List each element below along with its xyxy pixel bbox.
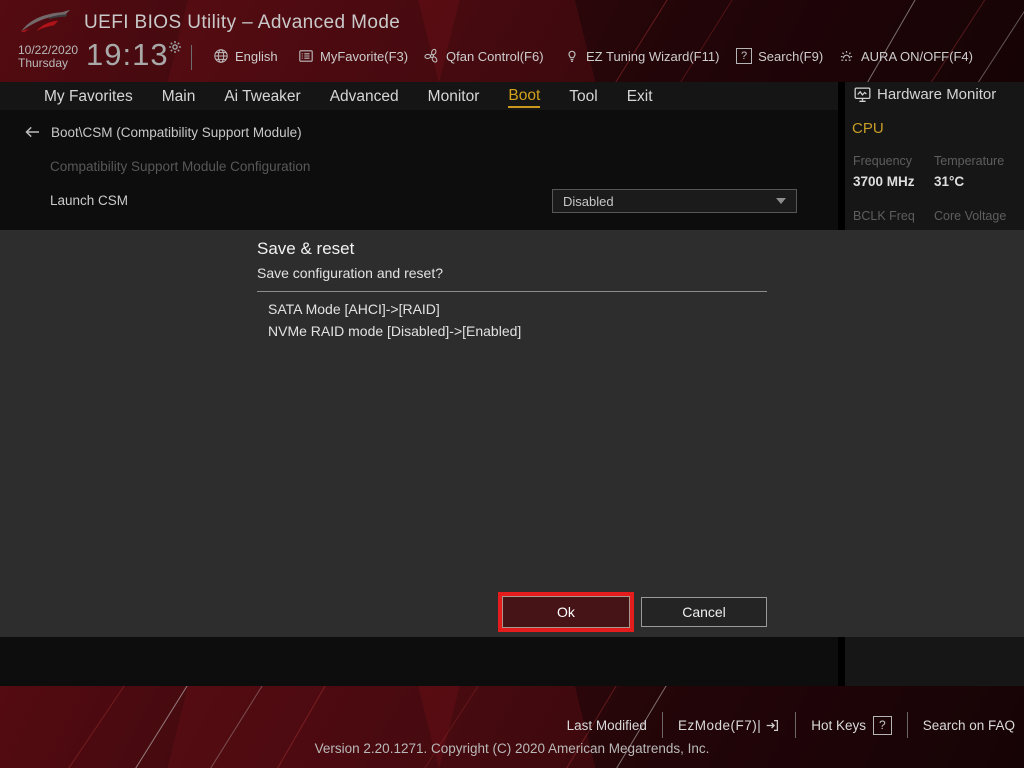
footer-links: Last Modified EzMode(F7)| Hot Keys ? Sea… <box>552 712 1015 738</box>
dialog-divider <box>257 291 767 292</box>
aura-toggle-button[interactable]: AURA ON/OFF(F4) <box>838 44 973 68</box>
clock: 19:13 <box>86 37 169 72</box>
frequency-label: Frequency <box>853 154 913 168</box>
myfavorite-button[interactable]: MyFavorite(F3) <box>298 44 408 68</box>
temperature-value: 31°C <box>934 174 965 189</box>
decor-line <box>674 0 737 82</box>
monitor-icon <box>854 87 871 102</box>
favorites-list-icon <box>299 50 313 62</box>
hardware-monitor-header: Hardware Monitor <box>853 86 996 103</box>
frequency-value: 3700 MHz <box>853 174 915 189</box>
dialog-buttons: Ok Cancel <box>257 596 767 628</box>
search-on-faq-button[interactable]: Search on FAQ <box>908 718 1015 733</box>
ezmode-exit-icon <box>766 719 779 731</box>
version-text: Version 2.20.1271. Copyright (C) 2020 Am… <box>314 741 710 756</box>
chevron-down-icon <box>776 198 786 204</box>
hardware-monitor-title: Hardware Monitor <box>877 86 997 103</box>
myfavorite-label: MyFavorite(F3) <box>320 48 409 64</box>
fan-icon <box>424 48 438 63</box>
footer-divider <box>795 712 797 738</box>
dialog-title: Save & reset <box>257 239 355 258</box>
header-separator <box>191 45 192 70</box>
gear-icon[interactable] <box>168 40 182 54</box>
breadcrumb-label: Boot\CSM (Compatibility Support Module) <box>51 124 302 140</box>
qfan-control-button[interactable]: Qfan Control(F6) <box>424 44 544 68</box>
question-box-icon: ? <box>873 715 892 735</box>
language-button[interactable]: English <box>213 44 278 68</box>
search-button[interactable]: ? Search(F9) <box>736 44 823 68</box>
ez-tuning-label: EZ Tuning Wizard(F11) <box>586 48 720 64</box>
header: UEFI BIOS Utility – Advanced Mode 10/22/… <box>0 0 1024 82</box>
aura-led-icon <box>840 51 853 61</box>
cancel-button[interactable]: Cancel <box>641 597 767 627</box>
launch-csm-label: Launch CSM <box>50 193 129 208</box>
globe-icon <box>214 49 228 63</box>
qfan-label: Qfan Control(F6) <box>446 48 544 64</box>
dialog-subtitle: Save configuration and reset? <box>257 265 444 281</box>
ezmode-label: EzMode(F7)| <box>677 717 762 733</box>
app-title: UEFI BIOS Utility – Advanced Mode <box>84 12 401 33</box>
search-label: Search(F9) <box>758 48 824 64</box>
change-item: SATA Mode [AHCI]->[RAID] <box>268 301 440 317</box>
language-label: English <box>235 48 278 64</box>
hot-keys-button[interactable]: Hot Keys ? <box>796 715 906 735</box>
menu-tabbar: My Favorites Main Ai Tweaker Advanced Mo… <box>0 82 838 110</box>
ok-button[interactable]: Ok <box>502 596 630 628</box>
tab-monitor[interactable]: Monitor <box>428 86 480 107</box>
hot-keys-label: Hot Keys <box>811 717 866 733</box>
core-voltage-label: Core Voltage <box>934 209 1007 223</box>
temperature-label: Temperature <box>934 154 1005 168</box>
search-on-faq-label: Search on FAQ <box>922 717 1015 733</box>
ezmode-button[interactable]: EzMode(F7)| <box>663 718 795 733</box>
lightbulb-icon <box>568 50 576 62</box>
tab-my-favorites[interactable]: My Favorites <box>44 86 133 107</box>
last-modified-button[interactable]: Last Modified <box>552 718 662 733</box>
launch-csm-value: Disabled <box>563 193 614 209</box>
footer-divider <box>661 712 663 738</box>
bclk-freq-label: BCLK Freq <box>853 209 915 223</box>
csm-section-header: Compatibility Support Module Configurati… <box>50 159 311 174</box>
launch-csm-dropdown[interactable]: Disabled <box>552 189 797 213</box>
tab-exit[interactable]: Exit <box>627 86 653 107</box>
last-modified-label: Last Modified <box>566 717 647 733</box>
footer-divider <box>906 712 908 738</box>
rog-logo <box>21 9 71 33</box>
back-arrow-icon[interactable] <box>24 124 41 140</box>
datetime-date: 10/22/2020 Thursday <box>18 44 78 70</box>
ez-tuning-wizard-button[interactable]: EZ Tuning Wizard(F11) <box>564 44 719 68</box>
day-value: Thursday <box>18 56 69 70</box>
bios-screen: UEFI BIOS Utility – Advanced Mode 10/22/… <box>0 0 1024 768</box>
change-item: NVMe RAID mode [Disabled]->[Enabled] <box>268 323 522 339</box>
decor-line <box>858 0 923 82</box>
question-box-icon: ? <box>736 48 753 64</box>
footer: Last Modified EzMode(F7)| Hot Keys ? Sea… <box>0 686 1024 768</box>
tab-boot[interactable]: Boot <box>508 85 541 108</box>
cpu-section-label: CPU <box>852 120 884 137</box>
tab-advanced[interactable]: Advanced <box>330 86 399 107</box>
decor-line <box>919 0 992 82</box>
decor-line <box>609 0 672 82</box>
save-reset-dialog: Save & reset Save configuration and rese… <box>0 230 1024 637</box>
tab-ai-tweaker[interactable]: Ai Tweaker <box>224 86 300 107</box>
aura-label: AURA ON/OFF(F4) <box>861 48 973 64</box>
tab-tool[interactable]: Tool <box>569 86 597 107</box>
breadcrumb: Boot\CSM (Compatibility Support Module) <box>24 124 302 140</box>
tab-main[interactable]: Main <box>162 86 196 107</box>
